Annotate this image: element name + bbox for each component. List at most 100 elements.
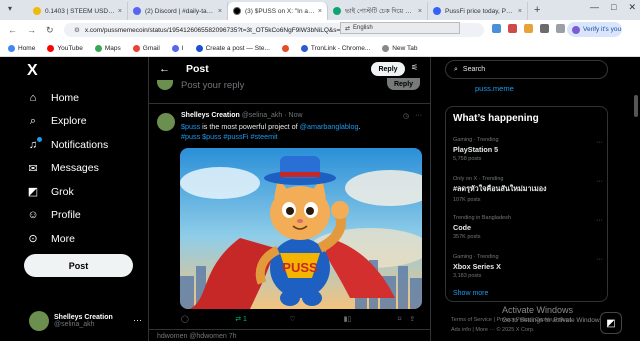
- avatar: [157, 80, 173, 90]
- account-handle: @selina_akh: [54, 321, 95, 328]
- trend-item[interactable]: Gaming · Trending Xbox Series X 3,183 po…: [453, 254, 603, 279]
- tweet-author[interactable]: Shelleys Creation: [181, 112, 240, 119]
- puzzle-icon[interactable]: [556, 24, 565, 33]
- post-button[interactable]: Post: [24, 254, 133, 277]
- trend-item[interactable]: Trending in Bangladesh Code 357K posts ·…: [453, 215, 603, 240]
- browser-tab-2[interactable]: (3) $PUSS on X: "In a marke×: [228, 2, 328, 20]
- right-sidebar: ⌕ Search puss.meme What’s happening Gamin…: [431, 57, 640, 341]
- extension-icon[interactable]: [540, 24, 549, 33]
- minimize-icon[interactable]: —: [590, 2, 599, 13]
- account-name: Shelleys Creation: [54, 314, 113, 321]
- next-tweet-header[interactable]: hdwomen @hdwomen 7h: [157, 333, 237, 340]
- more-icon[interactable]: ···: [596, 256, 603, 263]
- nav-explore[interactable]: ⌕ Explore: [26, 110, 108, 134]
- person-icon: ☺: [27, 209, 39, 222]
- close-window-icon[interactable]: ✕: [628, 2, 636, 13]
- nav-home[interactable]: ⌂ Home: [26, 86, 108, 110]
- show-more-link[interactable]: Show more: [453, 290, 488, 297]
- reply-button[interactable]: Reply: [371, 62, 405, 76]
- bookmark-unnamed[interactable]: [281, 44, 289, 52]
- more-icon[interactable]: ···: [596, 139, 603, 146]
- tab-favicon-icon: [133, 7, 141, 15]
- close-tab-icon[interactable]: ×: [118, 8, 122, 15]
- site-info-icon[interactable]: ⚙: [74, 26, 80, 34]
- superhero-cat-illustration: PUSS: [180, 148, 422, 309]
- bookmark-gmail[interactable]: Gmail: [132, 44, 160, 52]
- extension-icon[interactable]: [524, 24, 533, 33]
- browser-tab-3[interactable]: ভাই পোস্টটি চেক দিয়ে আমাদে×: [328, 2, 428, 20]
- close-tab-icon[interactable]: ×: [418, 8, 422, 15]
- browser-tab-4[interactable]: PussFi price today, PUSS to×: [428, 2, 528, 20]
- reply-icon[interactable]: ◯: [181, 315, 235, 323]
- settings-sliders-icon[interactable]: ⚟: [411, 63, 418, 72]
- trend-item[interactable]: Only on X · Trending #ลดรุหัวใจคือนสันให…: [453, 176, 603, 203]
- nav-notifications[interactable]: ♫ Notifications: [26, 133, 108, 157]
- new-tab-icon[interactable]: +: [534, 4, 540, 16]
- tweet-image[interactable]: PUSS: [180, 148, 422, 309]
- views-icon[interactable]: ▮▯: [344, 315, 398, 323]
- reply-input[interactable]: Post your reply: [181, 80, 244, 91]
- close-tab-icon[interactable]: ×: [218, 8, 222, 15]
- youtube-icon: [47, 44, 55, 52]
- search-icon: ⌕: [454, 65, 458, 73]
- tweet-header-actions: ◷ ···: [403, 112, 422, 120]
- composer-reply-button[interactable]: Reply: [387, 78, 420, 90]
- more-icon[interactable]: ···: [596, 217, 603, 224]
- x-logo-icon[interactable]: X: [27, 62, 38, 80]
- bookmark-youtube[interactable]: YouTube: [47, 44, 83, 52]
- forward-icon[interactable]: →: [27, 25, 36, 36]
- hashtag-links[interactable]: #puss $puss #pussFi #steemit: [181, 132, 278, 141]
- trend-item[interactable]: Gaming · Trending PlayStation 5 5,758 po…: [453, 137, 603, 162]
- more-circle-icon: ⊙: [28, 233, 38, 246]
- bookmark-steemit[interactable]: Create a post — Ste...: [195, 44, 270, 52]
- share-icon[interactable]: ⇪: [409, 315, 421, 323]
- bookmark-new-tab[interactable]: New Tab: [382, 44, 417, 52]
- extension-icon[interactable]: [492, 24, 501, 33]
- close-tab-icon[interactable]: ×: [518, 8, 522, 15]
- back-icon[interactable]: ←: [8, 25, 17, 36]
- bookmark-maps[interactable]: Maps: [94, 44, 121, 52]
- mention-link[interactable]: @amarbanglablog: [300, 122, 359, 131]
- more-icon[interactable]: ···: [133, 315, 142, 325]
- more-icon[interactable]: ···: [596, 178, 603, 185]
- retweet-count: 1: [243, 316, 247, 323]
- like-icon[interactable]: ♡: [289, 315, 343, 323]
- back-arrow-icon[interactable]: ←: [159, 63, 170, 75]
- bookmark-discord[interactable]: I: [171, 44, 184, 52]
- bookmark-home[interactable]: Home: [8, 44, 35, 52]
- avatar: [29, 311, 49, 331]
- nav-messages[interactable]: ✉ Messages: [26, 157, 108, 181]
- tab-favicon-icon: [33, 7, 41, 15]
- maximize-icon[interactable]: □: [611, 2, 616, 13]
- tweet-actions: ◯ ⇄ 1 ♡ ▮▯ ⌑ ⇪: [181, 315, 421, 323]
- tweet-header: Shelleys Creation @selina_akh · Now: [181, 112, 303, 119]
- search-input[interactable]: ⌕ Search: [445, 60, 608, 79]
- tweet-handle[interactable]: @selina_akh: [242, 112, 283, 119]
- grok-floating-button[interactable]: ◩: [600, 312, 622, 334]
- grok-icon[interactable]: ◷: [403, 112, 409, 120]
- avatar[interactable]: [157, 113, 175, 131]
- nav-more[interactable]: ⊙ More: [26, 227, 108, 251]
- cashtag-link[interactable]: $puss: [181, 122, 200, 131]
- reload-icon[interactable]: ↻: [46, 25, 54, 36]
- bookmark-icon[interactable]: ⌑: [398, 315, 410, 323]
- window-controls: — □ ✕: [590, 2, 636, 13]
- reply-composer[interactable]: Post your reply: [157, 78, 422, 92]
- section-title: What’s happening: [453, 113, 539, 124]
- tweet-time: · Now: [284, 112, 303, 119]
- browser-tab-1[interactable]: (2) Discord | #daily-tasks | আম×: [128, 2, 228, 20]
- nav-profile[interactable]: ☺ Profile: [26, 204, 108, 228]
- account-switcher[interactable]: Shelleys Creation @selina_akh ···: [29, 311, 142, 331]
- close-tab-icon[interactable]: ×: [318, 8, 322, 15]
- retweet-button[interactable]: ⇄ 1: [235, 315, 289, 323]
- verify-profile-button[interactable]: Verify it's you: [567, 22, 622, 37]
- more-icon[interactable]: ···: [415, 112, 422, 120]
- nav-grok[interactable]: ◩ Grok: [26, 180, 108, 204]
- translate-popup[interactable]: ⇄ English: [340, 22, 460, 34]
- puss-meme-link[interactable]: puss.meme: [475, 84, 514, 93]
- tab-favicon-icon: [233, 7, 241, 15]
- browser-tab-0[interactable]: 0.1403 | STEEM USDT | Stee×: [28, 2, 128, 20]
- bookmark-tronlink[interactable]: TronLink - Chrome...: [300, 44, 370, 52]
- scrollbar[interactable]: [634, 95, 638, 117]
- extension-icon[interactable]: [508, 24, 517, 33]
